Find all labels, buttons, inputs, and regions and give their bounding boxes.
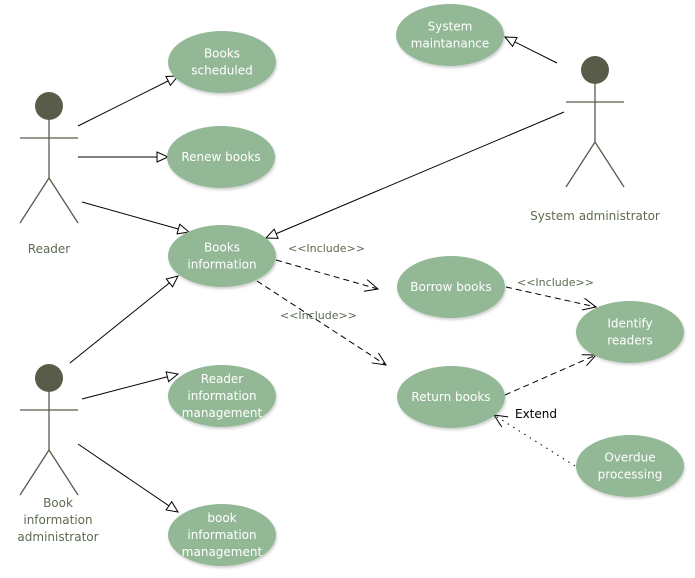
usecase-label: readers <box>607 334 653 348</box>
actor-sysadmin[interactable]: System administrator <box>530 56 660 223</box>
relation-include-return-books-to-identify-readers[interactable] <box>504 354 598 396</box>
actor-label: information <box>23 513 92 527</box>
relation-association-reader-to-renew-books[interactable] <box>78 151 170 163</box>
usecase-label: information <box>187 389 256 403</box>
include-label: <<Include>> <box>517 276 594 289</box>
relation-include-books-information-to-return-books[interactable] <box>256 280 387 366</box>
usecase-ellipse[interactable] <box>576 435 684 497</box>
include-line[interactable] <box>504 354 597 396</box>
relation-association-sysadmin-to-books-information[interactable] <box>264 111 565 239</box>
usecase-ellipse[interactable] <box>168 31 276 93</box>
relation-include-borrow-books-to-identify-readers[interactable] <box>505 286 598 311</box>
relation-association-reader-to-books-scheduled[interactable] <box>77 75 180 127</box>
relation-association-bookadmin-to-reader-info-mgmt[interactable] <box>81 371 180 400</box>
relation-association-bookadmin-to-book-info-mgmt[interactable] <box>77 443 179 513</box>
usecase-label: management <box>182 545 263 559</box>
usecase-label: maintanance <box>411 37 490 51</box>
usecase-reader-info-mgmt[interactable]: Reader information management <box>168 365 276 427</box>
extend-label: Extend <box>515 407 557 421</box>
usecase-books-information[interactable]: Books information <box>168 225 276 287</box>
arrowhead-open-icon <box>492 414 509 428</box>
arrowhead-triangle-icon <box>165 500 179 513</box>
actor-bookadmin[interactable]: Book information administrator <box>17 364 99 544</box>
include-label: <<Include>> <box>288 242 365 255</box>
association-line[interactable] <box>69 275 179 364</box>
usecase-identify-readers[interactable]: Identify readers <box>576 301 684 363</box>
arrowhead-triangle-icon <box>503 36 518 48</box>
actor-right-leg <box>48 449 79 496</box>
actor-head-icon <box>35 364 63 392</box>
usecase-system-maintenance[interactable]: System maintanance <box>396 4 504 66</box>
include-line[interactable] <box>256 280 387 366</box>
usecase-label: Renew books <box>181 150 260 164</box>
relation-association-bookadmin-to-books-information[interactable] <box>69 275 179 364</box>
usecase-renew-books[interactable]: Renew books <box>167 126 275 188</box>
usecase-book-info-mgmt[interactable]: book information management <box>168 504 276 566</box>
arrowhead-triangle-icon <box>165 275 179 288</box>
usecase-label: Return books <box>411 390 490 404</box>
usecase-return-books[interactable]: Return books <box>397 366 505 428</box>
usecase-label: Borrow books <box>410 280 491 294</box>
association-line[interactable] <box>77 443 179 513</box>
usecase-label: scheduled <box>191 64 252 78</box>
include-line[interactable] <box>275 259 379 290</box>
actor-label: Reader <box>28 242 71 256</box>
usecase-ellipse[interactable] <box>576 301 684 363</box>
relation-include-books-information-to-borrow-books[interactable] <box>275 259 380 292</box>
arrowhead-triangle-icon <box>156 151 170 163</box>
usecase-label: Reader <box>201 372 244 386</box>
actor-head-icon <box>581 56 609 84</box>
relation-association-reader-to-books-information[interactable] <box>81 201 191 235</box>
usecase-label: Identify <box>607 317 652 331</box>
actor-label: administrator <box>17 530 98 544</box>
extend-line[interactable] <box>493 414 576 467</box>
actor-head-icon <box>35 92 63 120</box>
usecase-books-scheduled[interactable]: Books scheduled <box>168 31 276 93</box>
actor-left-leg <box>19 177 50 224</box>
relation-association-sysadmin-to-system-maintenance[interactable] <box>503 36 558 64</box>
usecase-label: information <box>187 258 256 272</box>
usecase-label: System <box>428 20 473 34</box>
association-line[interactable] <box>81 201 190 233</box>
actor-left-leg <box>565 141 596 188</box>
use-case-diagram: Books scheduled Renew books Books informatio… <box>17 4 684 566</box>
arrowhead-triangle-icon <box>264 228 279 239</box>
include-line[interactable] <box>505 286 597 308</box>
usecase-ellipse[interactable] <box>168 225 276 287</box>
usecase-label: Overdue <box>604 451 655 465</box>
association-line[interactable] <box>265 111 565 239</box>
usecase-ellipse[interactable] <box>396 4 504 66</box>
actor-label: Book <box>43 496 73 510</box>
actor-left-leg <box>19 449 50 496</box>
relation-extend-overdue-processing-to-return-books[interactable] <box>492 414 576 467</box>
usecase-label: Books <box>204 47 240 61</box>
include-label: <<Include>> <box>280 309 357 322</box>
usecase-borrow-books[interactable]: Borrow books <box>397 256 505 318</box>
association-line[interactable] <box>77 75 179 127</box>
actor-right-leg <box>48 177 79 224</box>
actor-reader[interactable]: Reader <box>19 92 79 256</box>
usecase-label: processing <box>598 468 663 482</box>
usecase-overdue-processing[interactable]: Overdue processing <box>576 435 684 497</box>
arrowhead-open-icon <box>581 354 598 367</box>
association-line[interactable] <box>81 373 179 400</box>
usecase-label: book <box>207 511 236 525</box>
usecase-label: Books <box>204 241 240 255</box>
arrowhead-open-icon <box>581 297 598 311</box>
actor-label: System administrator <box>530 209 660 223</box>
usecase-label: information <box>187 528 256 542</box>
usecase-label: management <box>182 406 263 420</box>
actor-right-leg <box>594 141 625 188</box>
